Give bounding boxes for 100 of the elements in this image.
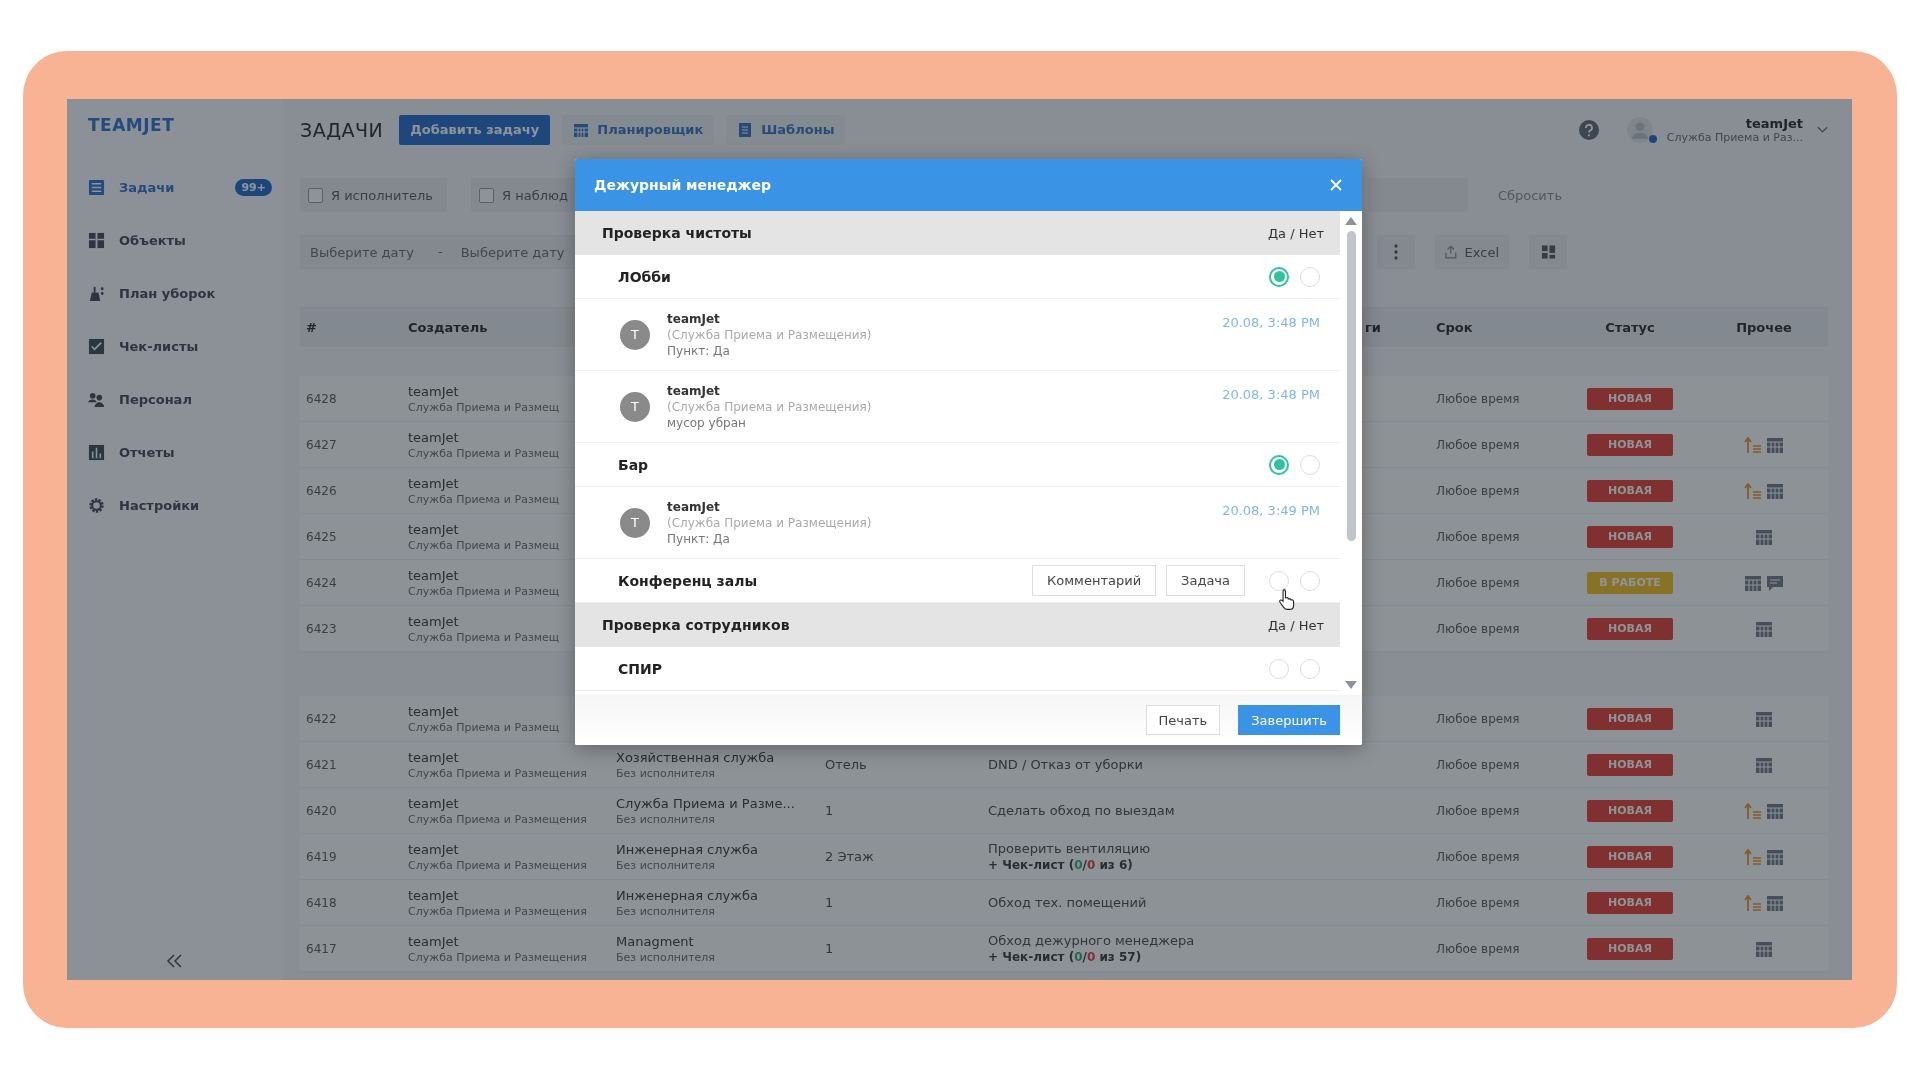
checkbox-icon [88,337,105,355]
sidebar-item[interactable]: Объекты [88,229,282,251]
table-cell-text: 6427 [306,437,338,452]
pointer-cursor-icon [1278,587,1296,610]
priority-icon[interactable] [1744,435,1762,454]
checkbox[interactable] [479,187,494,203]
grid-view-button[interactable] [1529,235,1567,269]
table-cell-text: 6417 [306,941,338,956]
bucket-icon [88,284,105,302]
table-cell-text: Отель [825,757,868,772]
status-badge: НОВАЯ [1587,799,1673,822]
sidebar-item[interactable]: План уборок [88,282,282,304]
close-icon[interactable] [1330,179,1342,191]
table-cell-text: Любое время [1436,529,1521,544]
calendar-icon[interactable] [1755,619,1773,638]
table-cell-text: 6419 [306,849,338,864]
calendar-icon[interactable] [1755,527,1773,546]
executor-note: Без исполнителя [616,766,716,780]
avatar-icon[interactable] [1626,116,1653,143]
action-button[interactable]: Комментарий [1032,565,1157,596]
comment-icon[interactable] [1766,573,1784,592]
calendar-icon[interactable] [1766,435,1784,454]
calendar-icon[interactable] [1766,893,1784,912]
calendar-icon[interactable] [1766,481,1784,500]
comment-department: (Служба Приема и Размещения) [667,327,873,342]
creator-name: teamJet [408,703,460,719]
date-field[interactable]: Выберите дату [300,235,430,269]
scrollbar-thumb[interactable] [1346,231,1356,541]
sidebar-item[interactable]: Чек-листы [88,335,282,357]
status-badge: В РАБОТЕ [1587,571,1673,594]
checklist-summary: + Чек-лист (0/0 из 6) [988,858,1134,872]
table-cell-text: Любое время [1436,437,1521,452]
sidebar-item[interactable]: Задачи 99+ [88,176,282,198]
sidebar-item[interactable]: Отчеты [88,441,282,463]
priority-icon[interactable] [1744,847,1762,866]
column-header: Срок [1436,319,1474,335]
people-icon [88,390,105,408]
comment-text: Пункт: Да [667,343,731,358]
toolbar-button[interactable]: Планировщик [562,114,715,145]
priority-icon[interactable] [1744,801,1762,820]
avatar: T [620,319,650,350]
chevron-icon[interactable] [1817,125,1828,134]
creator-department: Служба Приема и Размещения [408,858,588,872]
creator-department: Служба Приема и Размещения [408,950,588,964]
sidebar-item[interactable]: Персонал [88,388,282,410]
checkbox-filter[interactable]: Я исполнитель [300,178,447,212]
calendar-icon[interactable] [1766,801,1784,820]
status-badge: НОВАЯ [1587,479,1673,502]
creator-name: teamJet [408,567,460,583]
table-cell-text: Любое время [1436,803,1521,818]
answer-header: Да / Нет [1267,225,1324,241]
calendar-icon [573,121,590,138]
creator-department: Служба Приема и Размещ [408,538,561,552]
table-cell-text: 6425 [306,529,338,544]
excel-button[interactable]: Excel [1435,235,1509,269]
creator-department: Служба Приема и Размещ [408,630,561,644]
finish-button[interactable]: Завершить [1238,705,1340,735]
add-task-button[interactable]: Добавить задачу [399,114,551,145]
bar-chart-icon [88,443,105,461]
print-button[interactable]: Печать [1145,705,1221,735]
document-icon [737,121,754,138]
table-cell-text: Любое время [1436,757,1521,772]
scroll-down-icon[interactable] [1345,681,1357,689]
checkbox[interactable] [308,187,323,203]
table-cell-text: 2 Этаж [825,849,875,864]
calendar-icon[interactable] [1755,755,1773,774]
creator-name: teamJet [408,383,460,399]
column-header: # [306,319,318,335]
toolbar-button[interactable]: Шаблоны [726,114,846,145]
count-badge: 99+ [235,178,272,196]
sidebar-item[interactable]: Настройки [88,494,282,516]
more-button[interactable] [1377,235,1415,269]
status-badge: НОВАЯ [1587,937,1673,960]
calendar-icon[interactable] [1744,573,1762,592]
creator-department: Служба Приема и Размещ [408,720,561,734]
creator-department: Служба Приема и Размещения [408,904,588,918]
calendar-icon[interactable] [1755,709,1773,728]
table-cell-text: Любое время [1436,575,1521,590]
table-cell-text: 6418 [306,895,338,910]
column-header: ги [1365,319,1381,335]
executor-name: Managment [616,933,695,949]
priority-icon[interactable] [1744,893,1762,912]
task-description: Сделать обход по выездам [988,803,1176,818]
help-icon[interactable] [1578,119,1599,140]
page-title: ЗАДАЧИ [300,118,384,141]
priority-icon[interactable] [1744,481,1762,500]
scroll-up-icon[interactable] [1345,217,1357,225]
table-cell-text: Любое время [1436,941,1521,956]
creator-department: Служба Приема и Размещ [408,446,561,460]
settings-icon [88,496,105,514]
yes-radio[interactable] [1269,266,1289,287]
collapse-icon[interactable] [166,954,184,968]
yes-radio[interactable] [1269,454,1289,475]
checklist-item: СПИР [618,660,663,677]
date-separator: - [430,235,451,269]
status-badge: НОВАЯ [1587,433,1673,456]
action-button[interactable]: Задача [1166,565,1245,596]
checklist-item: Конференц залы [618,572,759,589]
calendar-icon[interactable] [1755,939,1773,958]
calendar-icon[interactable] [1766,847,1784,866]
